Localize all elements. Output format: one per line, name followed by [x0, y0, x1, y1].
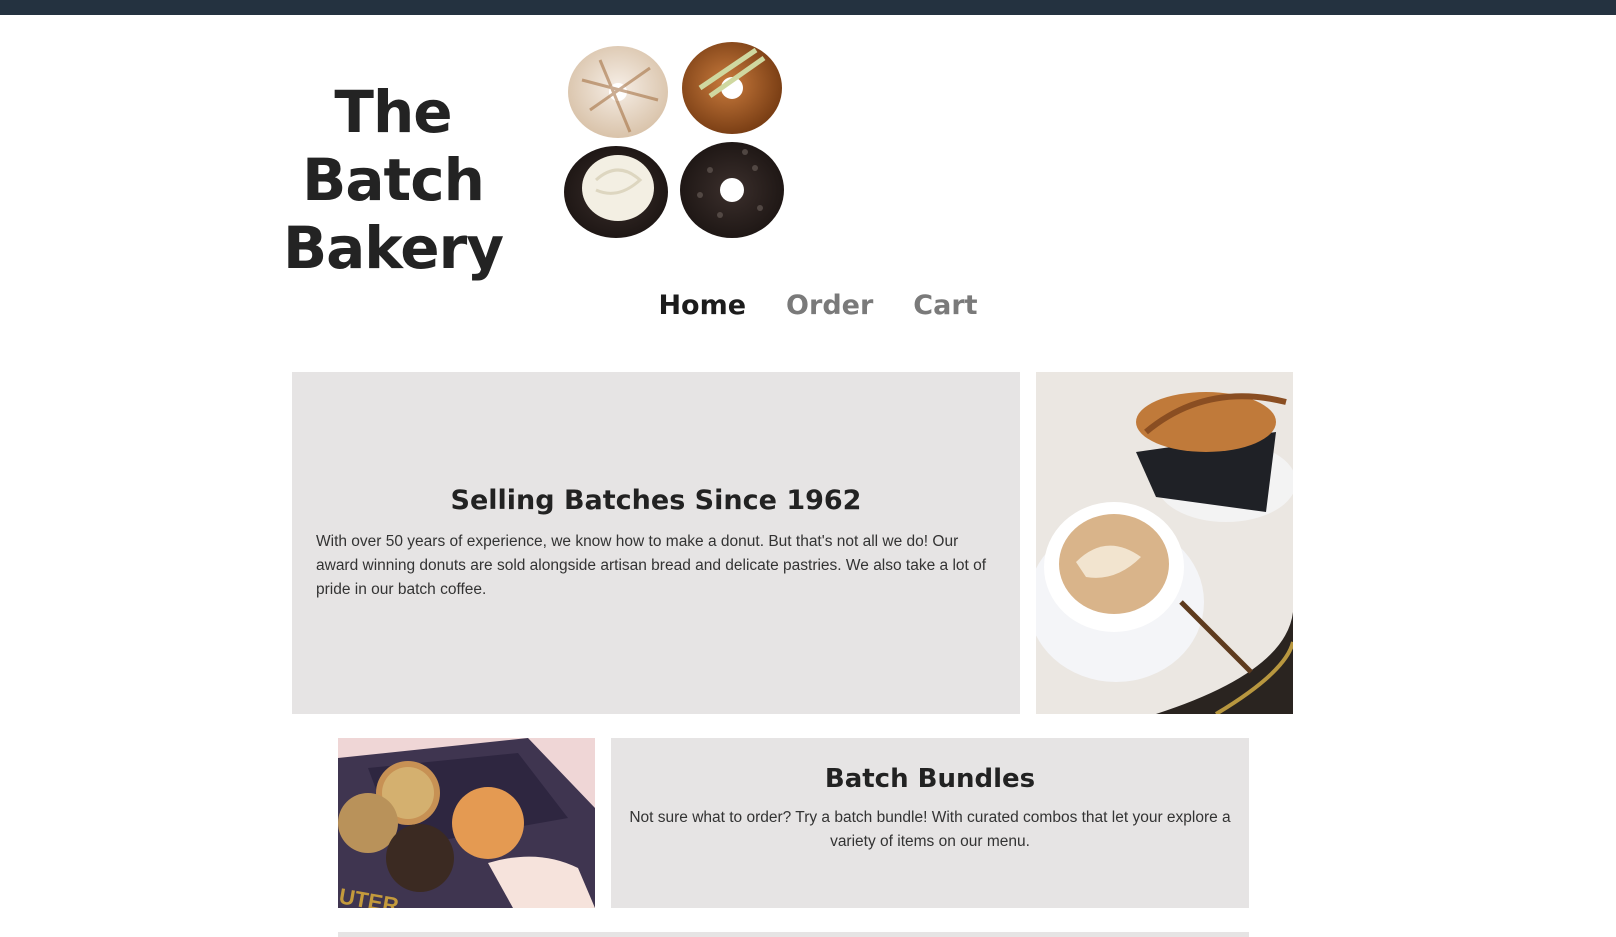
- nav-order-link[interactable]: Order: [786, 290, 873, 321]
- bundles-body: Not sure what to order? Try a batch bund…: [629, 809, 1231, 850]
- bundles-panel: Batch Bundles Not sure what to order? Tr…: [611, 738, 1249, 908]
- donuts-logo-image: [564, 42, 784, 238]
- brand-line-1: The Batch: [302, 78, 485, 214]
- main-nav: Home Order Cart: [0, 290, 1616, 321]
- brand-title[interactable]: The Batch Bakery: [258, 78, 528, 282]
- bundles-title: Batch Bundles: [824, 764, 1036, 794]
- hero-panel: Selling Batches Since 1962 With over 50 …: [292, 372, 1020, 714]
- next-panel-edge: [338, 932, 1249, 937]
- hero-title: Selling Batches Since 1962: [450, 484, 862, 516]
- brand-line-2: Bakery: [282, 214, 504, 282]
- top-bar: [0, 0, 1616, 15]
- nav-cart-link[interactable]: Cart: [913, 290, 977, 321]
- donut-box-image: UTER: [338, 738, 595, 908]
- nav-home-link[interactable]: Home: [658, 290, 746, 321]
- hero-body: With over 50 years of experience, we kno…: [316, 532, 987, 598]
- coffee-croissant-image: [1036, 372, 1293, 714]
